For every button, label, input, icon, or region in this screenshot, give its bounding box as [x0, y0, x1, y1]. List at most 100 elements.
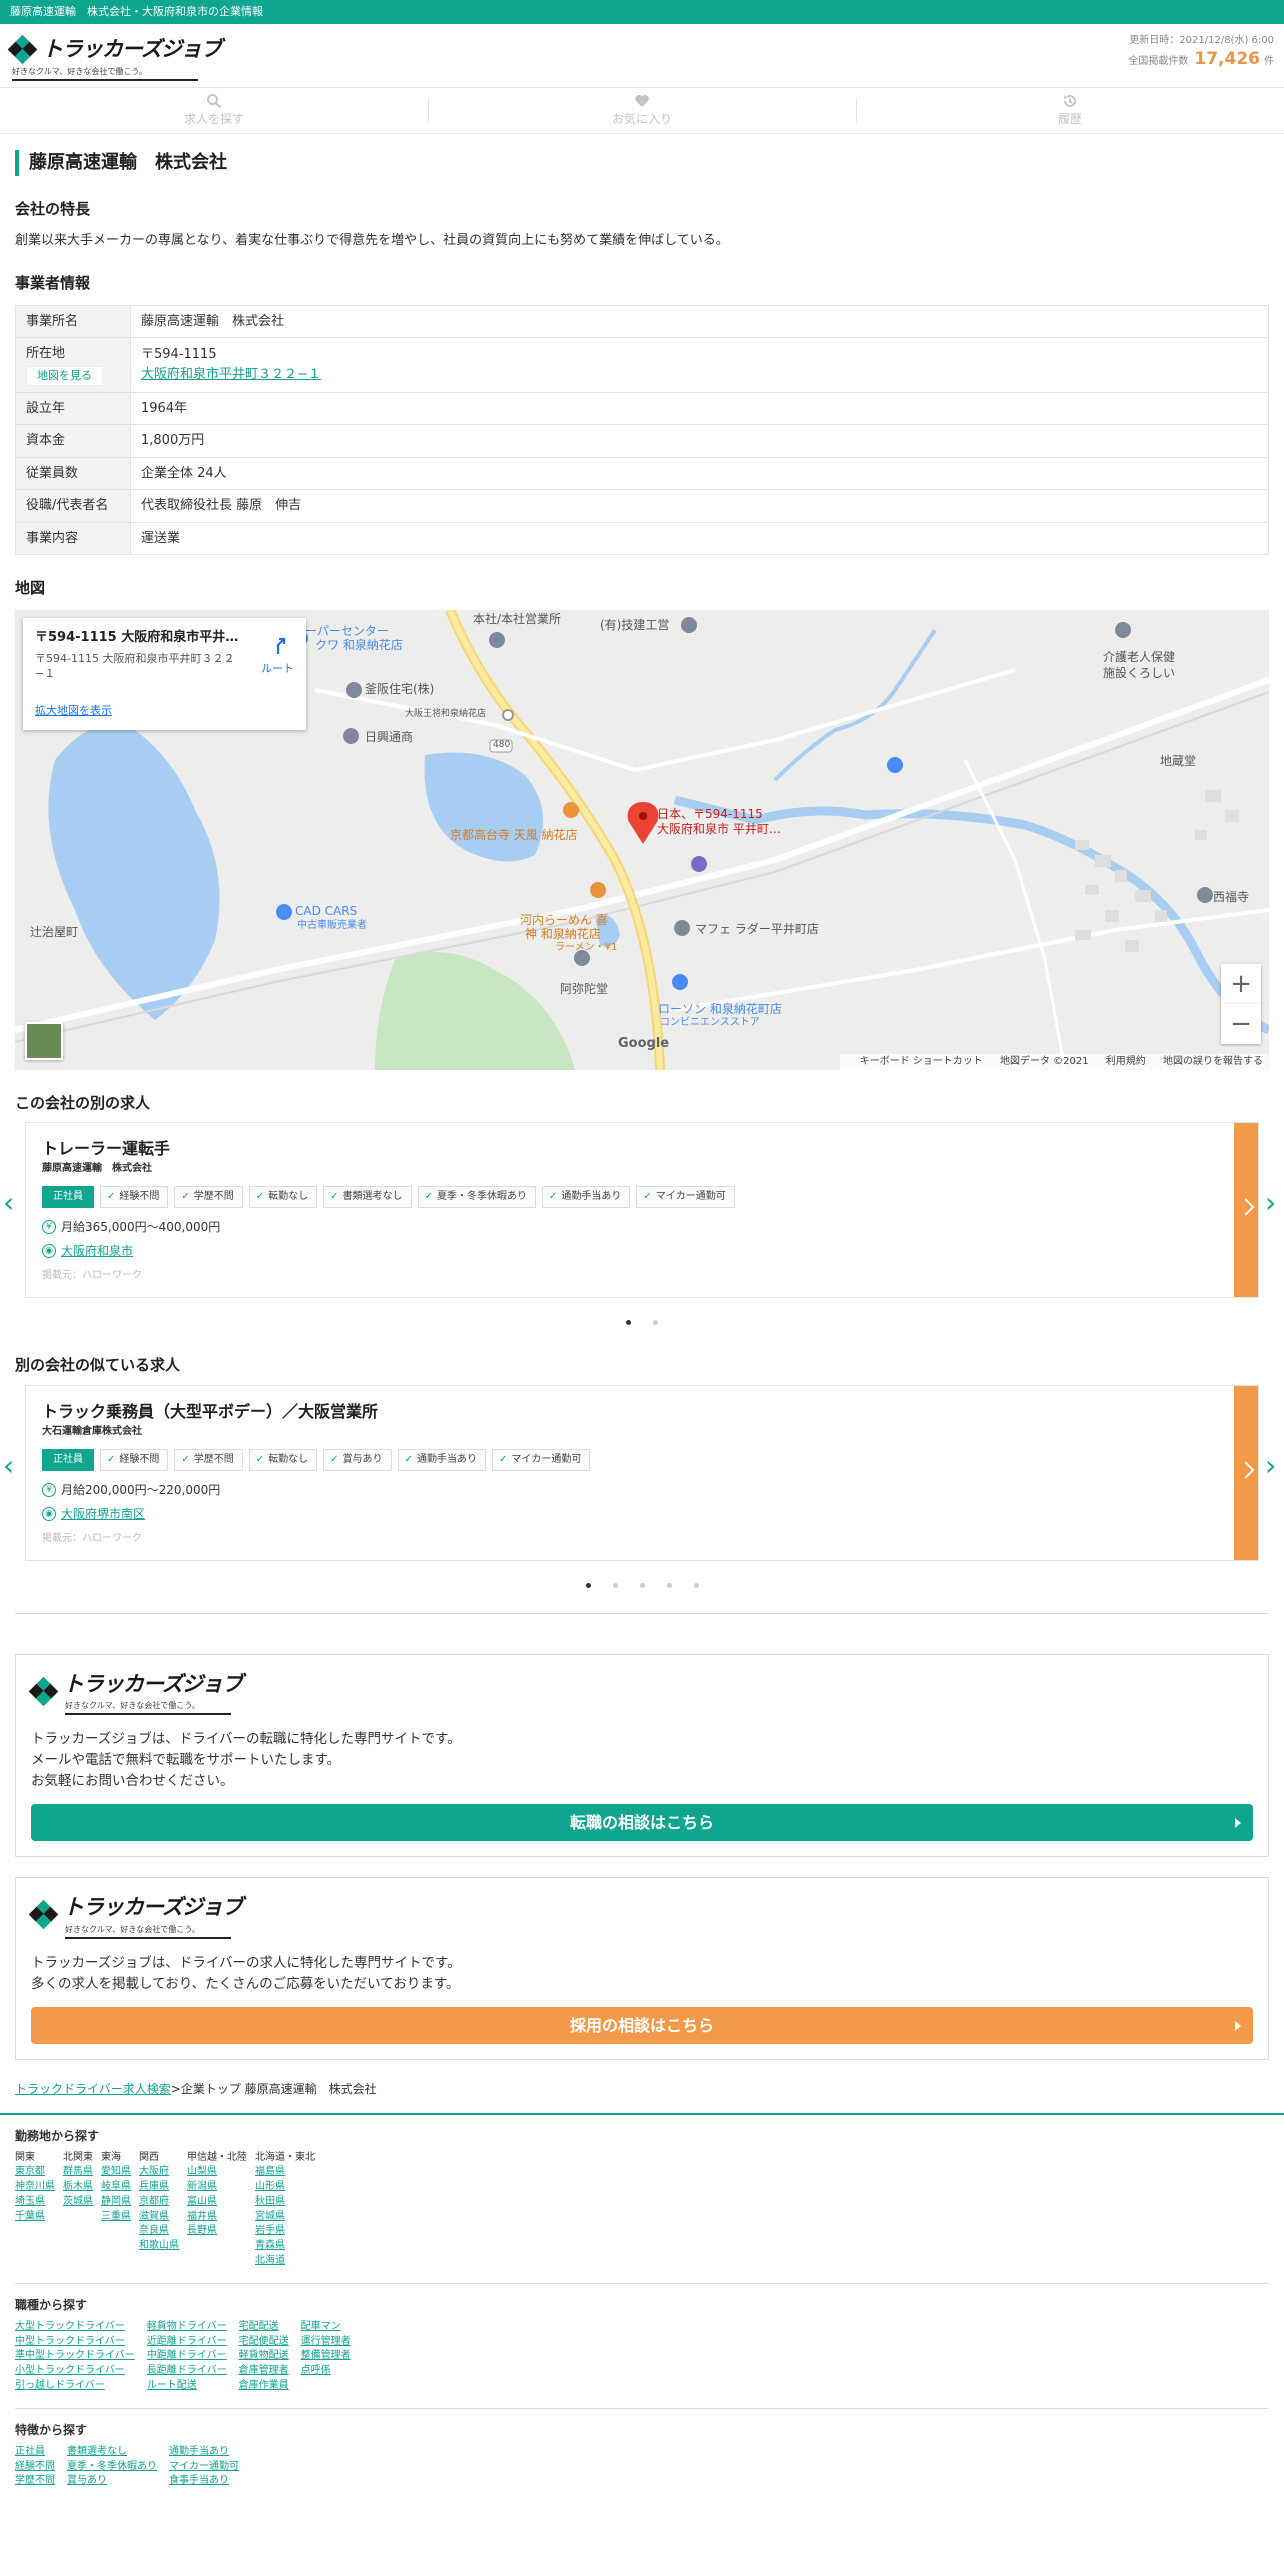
feature-link[interactable]: 通勤手当あり: [169, 2445, 239, 2460]
feature-link[interactable]: 夏季・冬季休暇あり: [67, 2460, 157, 2475]
carousel-dot[interactable]: [612, 1582, 618, 1588]
area-link[interactable]: 新潟県: [187, 2180, 247, 2195]
area-link[interactable]: 岐阜県: [101, 2180, 131, 2195]
job-type-link[interactable]: 準中型トラックドライバー: [15, 2349, 135, 2364]
similar-jobs-carousel: ‹ トラック乗務員（大型平ボデー）／大阪営業所 大石運輸倉庫株式会社 正社員 ✓…: [3, 1384, 1276, 1561]
card-next-tab[interactable]: [1234, 1385, 1258, 1560]
check-icon: ✓: [181, 1191, 190, 1202]
job-location-link[interactable]: 大阪府堺市南区: [61, 1505, 145, 1523]
area-link[interactable]: 愛知県: [101, 2165, 131, 2180]
carousel-dot[interactable]: [626, 1320, 631, 1325]
job-card[interactable]: トラック乗務員（大型平ボデー）／大阪営業所 大石運輸倉庫株式会社 正社員 ✓ 経験…: [25, 1384, 1259, 1561]
carousel-next-icon[interactable]: ›: [1265, 1450, 1281, 1481]
area-link[interactable]: 富山県: [187, 2195, 247, 2210]
job-type-link[interactable]: 点呼係: [301, 2364, 351, 2379]
area-link[interactable]: 青森県: [255, 2239, 315, 2254]
zoom-in-button[interactable]: +: [1221, 963, 1261, 1004]
area-link[interactable]: 滋賀県: [139, 2210, 179, 2225]
area-link[interactable]: 茨城県: [63, 2195, 93, 2210]
area-link[interactable]: 北海道: [255, 2254, 315, 2269]
area-link[interactable]: 東京都: [15, 2165, 55, 2180]
area-link[interactable]: 奈良県: [139, 2224, 179, 2239]
job-card[interactable]: トレーラー運転手 藤原高速運輸 株式会社 正社員 ✓ 経験不問 ✓ 学歴不問 ✓ 転勤…: [25, 1122, 1259, 1298]
nav-history[interactable]: 履歴: [856, 88, 1284, 133]
job-type-link[interactable]: 配車マン: [301, 2320, 351, 2335]
feature-link[interactable]: 書類選考なし: [67, 2445, 157, 2460]
area-link[interactable]: 岩手県: [255, 2224, 315, 2239]
row-label: 資本金: [15, 424, 131, 458]
job-type-link[interactable]: 引っ越しドライバー: [15, 2379, 135, 2394]
area-link[interactable]: 京都府: [139, 2195, 179, 2210]
carousel-dot[interactable]: [639, 1582, 645, 1588]
job-type-link[interactable]: 大型トラックドライバー: [15, 2320, 135, 2335]
feature-link[interactable]: マイカー通勤可: [169, 2460, 239, 2475]
feature-link[interactable]: 学歴不問: [15, 2474, 55, 2489]
job-type-link[interactable]: 軽貨物配送: [239, 2349, 289, 2364]
nav-search[interactable]: 求人を探す: [0, 88, 428, 133]
job-type-link[interactable]: 中距離ドライバー: [147, 2349, 227, 2364]
area-link[interactable]: 神奈川県: [15, 2180, 55, 2195]
job-type-link[interactable]: 倉庫管理者: [239, 2364, 289, 2379]
job-type-link[interactable]: 運行管理者: [301, 2335, 351, 2350]
area-link[interactable]: 福島県: [255, 2165, 315, 2180]
card-next-tab[interactable]: [1234, 1123, 1258, 1297]
check-icon: ✓: [107, 1453, 116, 1465]
job-type-link[interactable]: 宅配便配送: [239, 2335, 289, 2350]
job-type-link[interactable]: 近距離ドライバー: [147, 2335, 227, 2350]
terms-link[interactable]: 利用規約: [1106, 1056, 1146, 1067]
map-label: 中古車販売業者: [297, 919, 367, 931]
nav-favorites[interactable]: お気に入り: [428, 88, 856, 133]
job-type-link[interactable]: 小型トラックドライバー: [15, 2364, 135, 2379]
feature-link[interactable]: 賞与あり: [67, 2474, 157, 2489]
satellite-toggle[interactable]: [25, 1021, 63, 1060]
zoom-out-button[interactable]: −: [1221, 1003, 1261, 1044]
carousel-prev-icon[interactable]: ‹: [3, 1188, 19, 1218]
area-link[interactable]: 三重県: [101, 2210, 131, 2225]
career-consult-button[interactable]: 転職の相談はこちら: [31, 1804, 1253, 1841]
hiring-consult-button[interactable]: 採用の相談はこちら: [31, 2006, 1253, 2044]
area-link[interactable]: 静岡県: [101, 2195, 131, 2210]
area-link[interactable]: 和歌山県: [139, 2239, 179, 2254]
site-footer: 勤務地から探す 関東 東京都 神奈川県 埼玉県 千葉県 北関東 群馬県 栃木県 茨城県 東海愛…: [0, 2112, 1284, 2490]
job-type-link[interactable]: 整備管理者: [301, 2349, 351, 2364]
feature-link[interactable]: 経験不問: [15, 2460, 55, 2475]
larger-map-link[interactable]: 拡大地図を表示: [35, 703, 112, 720]
route-button[interactable]: ルート: [261, 636, 294, 678]
carousel-prev-icon[interactable]: ‹: [3, 1450, 19, 1481]
job-location-link[interactable]: 大阪府和泉市: [61, 1242, 133, 1260]
breadcrumb-home-link[interactable]: トラックドライバー求人検索: [15, 2082, 171, 2096]
area-link[interactable]: 大阪府: [139, 2165, 179, 2180]
carousel-dot[interactable]: [693, 1582, 699, 1588]
carousel-next-icon[interactable]: ›: [1265, 1188, 1281, 1218]
carousel-dot[interactable]: [653, 1320, 658, 1325]
carousel-dot[interactable]: [666, 1582, 672, 1588]
area-link[interactable]: 千葉県: [15, 2210, 55, 2225]
area-link[interactable]: 群馬県: [63, 2165, 93, 2180]
job-type-link[interactable]: 長距離ドライバー: [147, 2364, 227, 2379]
job-type-link[interactable]: 軽貨物ドライバー: [147, 2320, 227, 2335]
area-link[interactable]: 兵庫県: [139, 2180, 179, 2195]
job-tag: ✓ 学歴不問: [174, 1186, 243, 1208]
job-type-link[interactable]: 宅配配送: [239, 2320, 289, 2335]
show-map-button[interactable]: 地図を見る: [26, 365, 103, 386]
feature-link[interactable]: 正社員: [15, 2445, 55, 2460]
report-error-link[interactable]: 地図の誤りを報告する: [1163, 1056, 1263, 1067]
job-type-link[interactable]: 倉庫作業員: [239, 2379, 289, 2394]
area-link[interactable]: 福井県: [187, 2210, 247, 2225]
job-type-link[interactable]: 中型トラックドライバー: [15, 2335, 135, 2350]
site-logo[interactable]: トラッカーズジョブ 好きなクルマ、好きな会社で働こう。: [7, 34, 222, 81]
area-link[interactable]: 埼玉県: [15, 2195, 55, 2210]
area-link[interactable]: 山形県: [255, 2180, 315, 2195]
area-link[interactable]: 秋田県: [255, 2195, 315, 2210]
job-type-link[interactable]: ルート配送: [147, 2379, 227, 2394]
feature-link[interactable]: 食事手当あり: [169, 2474, 239, 2489]
area-link[interactable]: 栃木県: [63, 2180, 93, 2195]
divider: [15, 2407, 1269, 2409]
google-map[interactable]: 本社/本社営業所 (有)技建工営 ーパーセンター クワ 和泉納花店 釜阪住宅(株…: [15, 609, 1269, 1070]
carousel-dot[interactable]: [585, 1582, 591, 1588]
address-link[interactable]: 大阪府和泉市平井町３２２−１: [141, 367, 321, 382]
area-link[interactable]: 宮城県: [255, 2210, 315, 2225]
area-link[interactable]: 長野県: [187, 2224, 247, 2239]
area-link[interactable]: 山梨県: [187, 2165, 247, 2180]
keyboard-shortcuts-link[interactable]: キーボード ショートカット: [860, 1056, 983, 1067]
